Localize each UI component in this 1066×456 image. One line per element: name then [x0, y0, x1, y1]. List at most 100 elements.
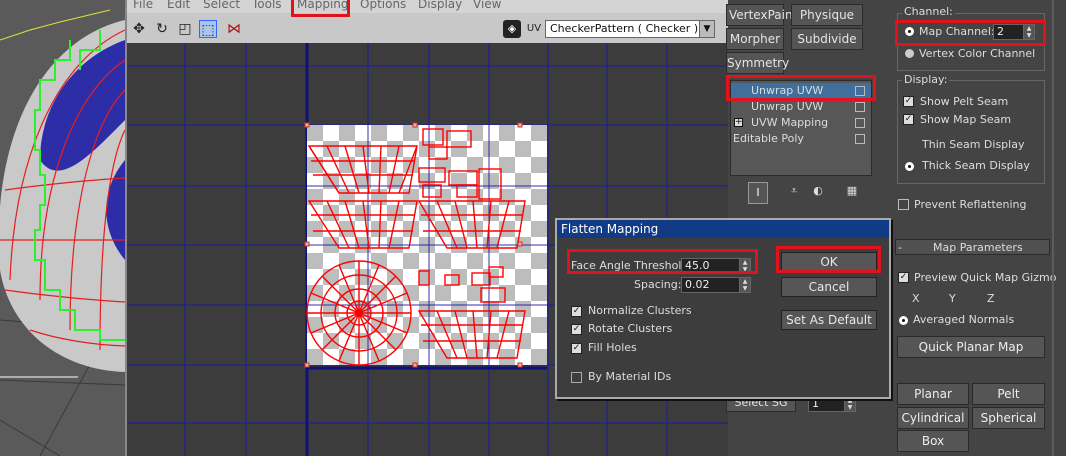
averaged-normals-label: Averaged Normals	[913, 313, 1015, 326]
make-unique-icon[interactable]: ◐	[808, 184, 828, 204]
map-channel-spinner[interactable]: 2 ▲ ▼	[993, 24, 1035, 40]
face-angle-threshold-label: Face Angle Threshold:	[571, 259, 693, 272]
menu-edit[interactable]: Edit	[167, 0, 190, 11]
y-axis-radio[interactable]	[934, 295, 943, 304]
uv-icon[interactable]: UV	[524, 20, 544, 38]
y-axis-label: Y	[949, 292, 956, 305]
x-axis-label: X	[912, 292, 920, 305]
menu-options[interactable]: Options	[360, 0, 406, 11]
cylindrical-button[interactable]: Cylindrical	[897, 407, 969, 429]
spinner-arrows-icon[interactable]: ▲ ▼	[739, 258, 751, 274]
menu-mapping[interactable]: Mapping	[297, 0, 349, 11]
vertexpaint-button[interactable]: VertexPaint	[726, 4, 797, 26]
prevent-reflattening-label: Prevent Reflattening	[914, 198, 1027, 211]
display-group-title: Display:	[902, 73, 950, 86]
symmetry-button[interactable]: Symmetry	[726, 52, 789, 74]
spacing-spinner[interactable]: 0.02 ▲ ▼	[681, 277, 751, 293]
quick-planar-map-button[interactable]: Quick Planar Map	[897, 336, 1045, 358]
map-parameters-title: Map Parameters	[933, 241, 1023, 254]
dialog-title: Flatten Mapping	[557, 220, 889, 238]
panel-scroll-edge	[1052, 0, 1054, 456]
thin-seam-label: Thin Seam Display	[922, 138, 1025, 151]
stack-item-label: UVW Mapping	[751, 116, 829, 129]
map-channel-value: 2	[997, 25, 1004, 38]
show-map-seam-label: Show Map Seam	[920, 113, 1012, 126]
spacing-value: 0.02	[685, 278, 710, 291]
map-channel-label: Map Channel:	[919, 25, 995, 38]
move-icon[interactable]: ✥	[130, 20, 148, 38]
map-parameters-rollout-header[interactable]: - Map Parameters	[895, 239, 1050, 255]
menu-display[interactable]: Display	[418, 0, 462, 11]
show-pelt-seam-label: Show Pelt Seam	[920, 95, 1009, 108]
averaged-normals-radio[interactable]	[899, 316, 908, 325]
show-pelt-seam-checkbox[interactable]: ✓	[903, 96, 914, 107]
thick-seam-radio[interactable]	[905, 162, 914, 171]
scale-icon[interactable]: ◰	[176, 20, 194, 38]
by-material-ids-label: By Material IDs	[588, 370, 672, 383]
stack-item-unwrap-uvw-active[interactable]: Unwrap UVW	[731, 83, 871, 99]
expand-icon[interactable]: +	[734, 118, 743, 127]
fill-holes-label: Fill Holes	[588, 341, 637, 354]
menu-bar: File Edit Select Tools Mapping Options D…	[127, 0, 730, 13]
configure-modifier-sets-icon[interactable]: ▦	[842, 184, 862, 204]
z-axis-radio[interactable]	[972, 295, 981, 304]
menu-view[interactable]: View	[473, 0, 501, 11]
texture-checker-icon[interactable]: ◈	[503, 20, 521, 38]
stack-item-toggle[interactable]	[855, 86, 865, 96]
physique-button[interactable]: Physique	[791, 4, 863, 26]
menu-select[interactable]: Select	[203, 0, 240, 11]
pin-stack-icon[interactable]: Ⅰ	[748, 182, 768, 204]
normalize-clusters-label: Normalize Clusters	[588, 304, 692, 317]
prevent-reflattening-checkbox[interactable]	[898, 199, 909, 210]
texture-dropdown[interactable]: CheckerPattern ( Checker ) ▼	[545, 20, 715, 38]
mirror-icon[interactable]: ⋈	[225, 20, 243, 38]
fill-holes-checkbox[interactable]: ✓	[571, 343, 582, 354]
morpher-button[interactable]: Morpher	[726, 28, 784, 50]
modifier-stack: Unwrap UVW Unwrap UVW + UVW Mapping Edit…	[730, 80, 872, 176]
stack-item-uvw-mapping[interactable]: + UVW Mapping	[731, 115, 871, 131]
thick-seam-label: Thick Seam Display	[922, 159, 1030, 172]
face-angle-threshold-spinner[interactable]: 45.0 ▲ ▼	[681, 258, 751, 274]
ok-button[interactable]: OK	[781, 252, 877, 272]
thin-seam-radio[interactable]	[907, 141, 916, 150]
z-axis-label: Z	[987, 292, 995, 305]
face-angle-threshold-value: 45.0	[685, 259, 710, 272]
stack-item-label: Unwrap UVW	[751, 100, 824, 113]
rotate-icon[interactable]: ↻	[153, 20, 171, 38]
stack-item-toggle[interactable]	[855, 102, 865, 112]
box-button[interactable]: Box	[897, 430, 969, 452]
chevron-down-icon[interactable]: ▼	[699, 20, 715, 38]
perspective-viewport[interactable]	[0, 0, 125, 456]
preview-quick-map-gizmo-label: Preview Quick Map Gizmo	[914, 271, 1057, 284]
preview-quick-map-gizmo-checkbox[interactable]: ✓	[898, 272, 909, 283]
spinner-arrows-icon[interactable]: ▲ ▼	[1023, 24, 1035, 40]
freeform-icon[interactable]: ⬚	[199, 20, 217, 38]
by-material-ids-checkbox[interactable]	[571, 372, 582, 383]
stack-item-label: Unwrap UVW	[751, 84, 824, 97]
spinner-arrows-icon[interactable]: ▲ ▼	[739, 277, 751, 293]
normalize-clusters-checkbox[interactable]: ✓	[571, 306, 582, 317]
pelt-button[interactable]: Pelt	[972, 383, 1045, 405]
show-end-result-icon[interactable]: ⩡	[784, 184, 804, 204]
texture-dropdown-value: CheckerPattern ( Checker )	[550, 22, 699, 35]
channel-group	[897, 13, 1045, 71]
flatten-mapping-dialog: Flatten Mapping Face Angle Threshold: 45…	[555, 218, 891, 399]
rotate-clusters-checkbox[interactable]: ✓	[571, 324, 582, 335]
subdivide-button[interactable]: Subdivide	[791, 28, 863, 50]
stack-item-editable-poly[interactable]: Editable Poly	[731, 131, 871, 147]
stack-item-unwrap-uvw[interactable]: Unwrap UVW	[731, 99, 871, 115]
x-axis-radio[interactable]	[901, 295, 910, 304]
vertex-color-channel-radio[interactable]	[905, 49, 914, 58]
spherical-button[interactable]: Spherical	[972, 407, 1045, 429]
set-as-default-button[interactable]: Set As Default	[781, 310, 877, 330]
show-map-seam-checkbox[interactable]: ✓	[903, 114, 914, 125]
stack-item-toggle[interactable]	[855, 134, 865, 144]
menu-file[interactable]: File	[133, 0, 153, 11]
stack-item-toggle[interactable]	[855, 118, 865, 128]
map-channel-radio[interactable]	[905, 27, 914, 36]
vertex-color-channel-label: Vertex Color Channel	[919, 47, 1036, 60]
collapse-icon: -	[898, 241, 902, 254]
cancel-button[interactable]: Cancel	[781, 277, 877, 297]
planar-button[interactable]: Planar	[897, 383, 969, 405]
menu-tools[interactable]: Tools	[252, 0, 282, 11]
